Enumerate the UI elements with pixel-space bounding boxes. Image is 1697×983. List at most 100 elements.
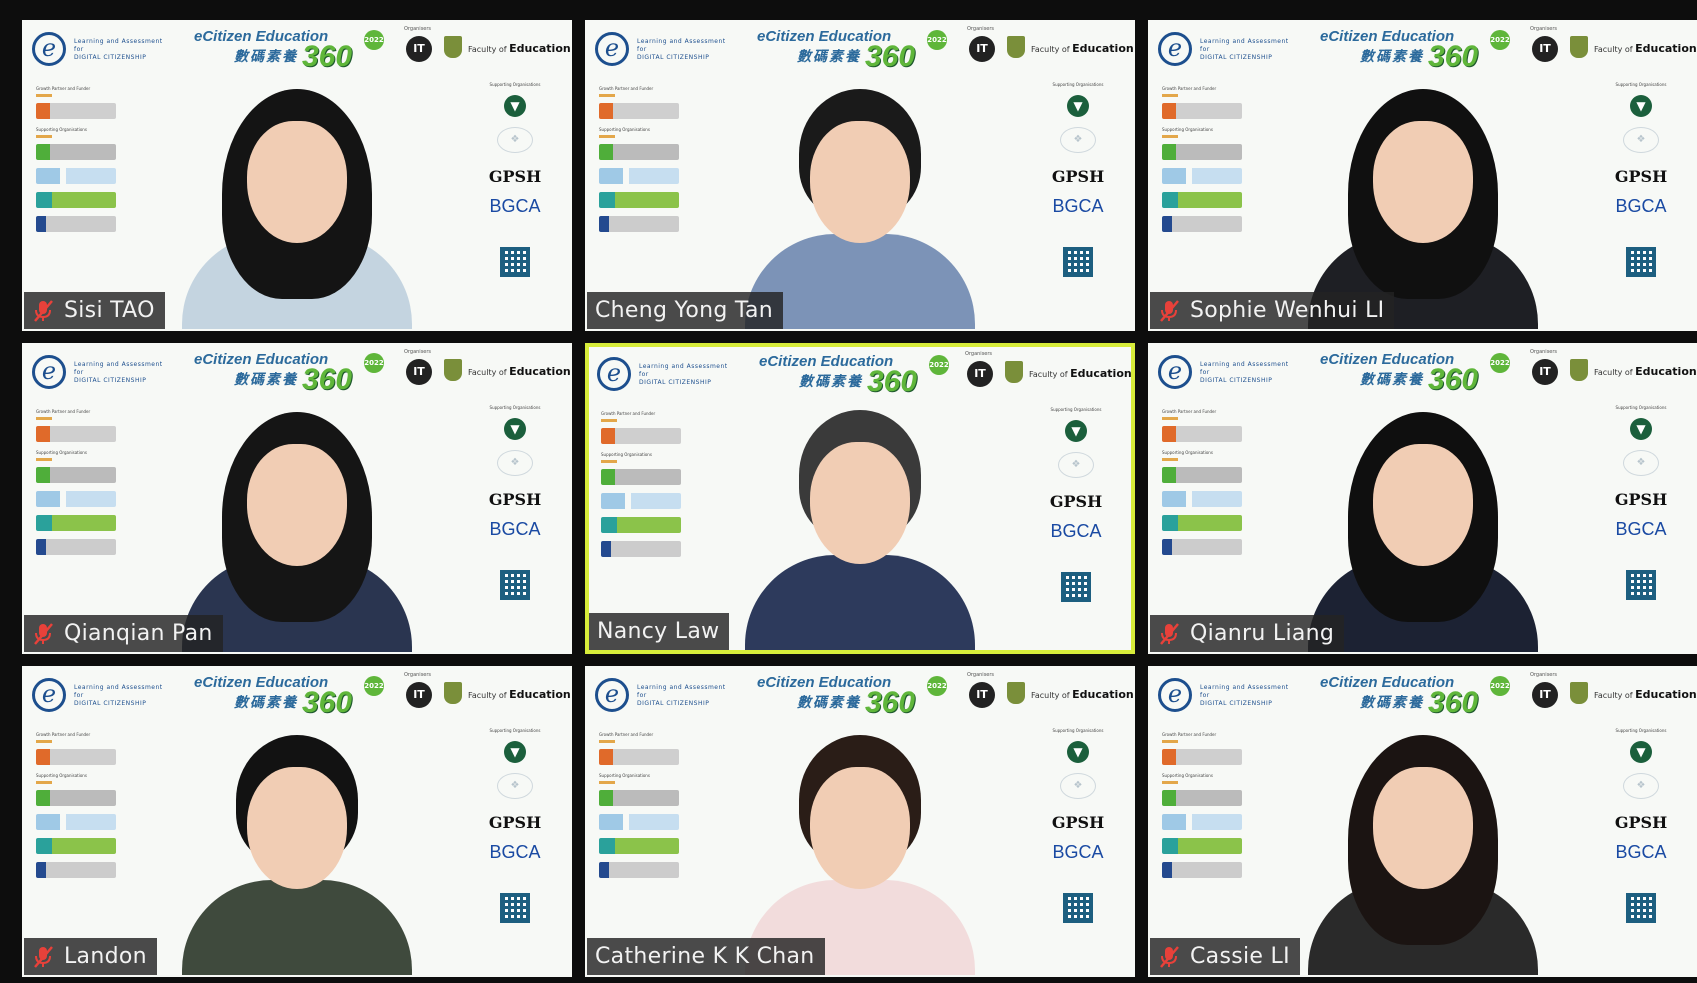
partner-logos: Growth Partner and Funder Supporting Org… — [36, 732, 116, 886]
participant-tile-7[interactable]: e Learning and Assessment for DIGITAL CI… — [22, 666, 572, 977]
partner-logo-e — [1162, 539, 1242, 555]
participant-tile-5[interactable]: e Learning and Assessment for DIGITAL CI… — [585, 343, 1135, 654]
faculty-name: Education — [1635, 42, 1697, 55]
bgca-logo: BGCA — [1052, 196, 1104, 216]
program-subtitle: 數碼素養 — [799, 373, 863, 389]
faded-logo-icon: ❖ — [1623, 127, 1659, 153]
org-title-line2: DIGITAL CITIZENSHIP — [637, 700, 710, 707]
ecitizen-logo-icon: e — [597, 357, 631, 391]
participant-tile-6[interactable]: e Learning and Assessment for DIGITAL CI… — [1148, 343, 1697, 654]
participant-tile-2[interactable]: e Learning and Assessment for DIGITAL CI… — [585, 20, 1135, 331]
qr-code-icon — [1626, 247, 1656, 277]
faculty-prefix: Faculty of — [1594, 691, 1633, 700]
partner-logos: Growth Partner and Funder Supporting Org… — [1162, 409, 1242, 563]
partner-logo-blue — [36, 491, 116, 507]
supporting-logos: Supporting Organisations ▼ ❖ GPSH BGCA — [1606, 82, 1676, 277]
partner-logos: Growth Partner and Funder Supporting Org… — [599, 86, 679, 240]
supporting-label: Supporting Organisations — [1162, 773, 1213, 778]
gpsh-logo: GPSH — [488, 167, 542, 186]
faculty-prefix: Faculty of — [1594, 45, 1633, 54]
participant-tile-1[interactable]: e Learning and Assessment for DIGITAL CI… — [22, 20, 572, 331]
ldc-logo: e Learning and Assessment for DIGITAL CI… — [1158, 678, 1303, 718]
foundation-logo — [599, 749, 679, 765]
program-year: 2022 — [364, 30, 384, 50]
arrow-logo-icon: ▼ — [504, 741, 526, 763]
program-subtitle: 數碼素養 — [1360, 371, 1424, 387]
hku-crest-icon — [1007, 682, 1025, 704]
bgca-logo: BGCA — [489, 196, 541, 216]
participant-tile-4[interactable]: e Learning and Assessment for DIGITAL CI… — [22, 343, 572, 654]
bgca-logo: BGCA — [1050, 521, 1102, 541]
org-title-line1: Learning and Assessment for — [74, 684, 163, 699]
gpsh-logo: GPSH — [1049, 492, 1103, 511]
faculty-logo: Faculty of Education — [468, 688, 570, 701]
partner-logo-green — [599, 790, 679, 806]
program-year: 2022 — [1490, 676, 1510, 696]
participant-name-label: Cassie LI — [1150, 938, 1300, 975]
organisers-label: Organisers — [1530, 349, 1558, 355]
mic-muted-icon — [1158, 945, 1180, 969]
partner-logo-e — [601, 541, 681, 557]
participant-tile-8[interactable]: e Learning and Assessment for DIGITAL CI… — [585, 666, 1135, 977]
qr-code-icon — [1061, 572, 1091, 602]
org-title-line1: Learning and Assessment for — [1200, 684, 1289, 699]
participant-name-label: Sophie Wenhui LI — [1150, 292, 1395, 329]
organisers-block: Organisers IT Faculty of Education — [404, 26, 570, 66]
participant-tile-3[interactable]: e Learning and Assessment for DIGITAL CI… — [1148, 20, 1697, 331]
mic-muted-icon — [1158, 622, 1180, 646]
program-subtitle: 數碼素養 — [1360, 694, 1424, 710]
arrow-logo-icon: ▼ — [1630, 741, 1652, 763]
participant-name-label: Cheng Yong Tan — [587, 292, 784, 329]
partner-logo-blue — [599, 814, 679, 830]
faculty-logo: Faculty of Education — [1031, 688, 1133, 701]
participant-video — [147, 715, 447, 975]
partner-logo-e — [1162, 216, 1242, 232]
organisers-label: Organisers — [967, 672, 995, 678]
partner-logo-blue — [601, 493, 681, 509]
it-logo-icon: IT — [969, 36, 995, 62]
hku-crest-icon — [1005, 361, 1023, 383]
foundation-logo — [36, 103, 116, 119]
participant-name-label: Landon — [24, 938, 157, 975]
org-title-line1: Learning and Assessment for — [74, 361, 163, 376]
bgca-logo: BGCA — [1615, 842, 1667, 862]
participant-name: Catherine K K Chan — [595, 944, 815, 969]
partner-logo-blue — [1162, 491, 1242, 507]
supporting-label: Supporting Organisations — [599, 127, 650, 132]
faded-logo-icon: ❖ — [497, 127, 533, 153]
org-title-line2: DIGITAL CITIZENSHIP — [639, 379, 712, 386]
faculty-name: Education — [1635, 365, 1697, 378]
org-title-line2: DIGITAL CITIZENSHIP — [74, 54, 147, 61]
medcity-logo — [36, 515, 116, 531]
organisers-label: Organisers — [404, 349, 432, 355]
ldc-logo: e Learning and Assessment for DIGITAL CI… — [595, 32, 740, 72]
partner-logo-e — [1162, 862, 1242, 878]
program-title: eCitizen Education — [194, 28, 329, 45]
program-title: eCitizen Education — [1320, 351, 1455, 368]
partner-logos: Growth Partner and Funder Supporting Org… — [601, 411, 681, 565]
medcity-logo — [599, 838, 679, 854]
participant-tile-9[interactable]: e Learning and Assessment for DIGITAL CI… — [1148, 666, 1697, 977]
partner-logo-green — [1162, 144, 1242, 160]
partner-logo-blue — [1162, 814, 1242, 830]
partner-logos: Growth Partner and Funder Supporting Org… — [599, 732, 679, 886]
ecitizen-logo-icon: e — [1158, 678, 1192, 712]
supporting-label: Supporting Organisations — [1162, 127, 1213, 132]
program-title: eCitizen Education — [194, 351, 329, 368]
qr-code-icon — [1626, 570, 1656, 600]
program-subtitle: 數碼素養 — [234, 48, 298, 64]
supporting-logos: Supporting Organisations ▼ ❖ GPSH BGCA — [1606, 728, 1676, 923]
growth-partner-label: Growth Partner and Funder — [599, 732, 654, 737]
supporting-right-label: Supporting Organisations — [1615, 82, 1667, 87]
supporting-label: Supporting Organisations — [601, 452, 652, 457]
supporting-right-label: Supporting Organisations — [1052, 728, 1104, 733]
supporting-logos: Supporting Organisations ▼ ❖ GPSH BGCA — [1041, 407, 1111, 602]
participant-video — [147, 69, 447, 329]
organisers-label: Organisers — [967, 26, 995, 32]
qr-code-icon — [1063, 247, 1093, 277]
qr-code-icon — [1626, 893, 1656, 923]
org-title-line2: DIGITAL CITIZENSHIP — [74, 700, 147, 707]
org-title-line2: DIGITAL CITIZENSHIP — [1200, 700, 1273, 707]
supporting-logos: Supporting Organisations ▼ ❖ GPSH BGCA — [1043, 82, 1113, 277]
participant-video — [710, 69, 1010, 329]
